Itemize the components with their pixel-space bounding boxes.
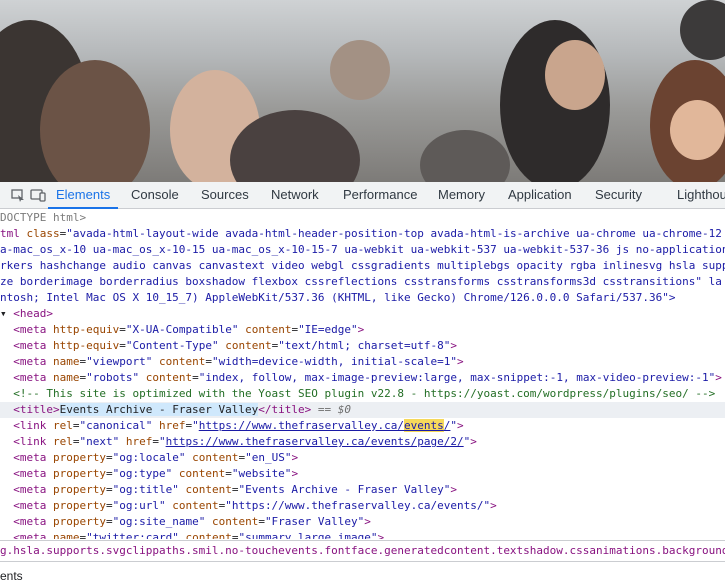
next-href-link[interactable]: https://www.thefraservalley.ca/events/pa… [166,435,464,448]
dom-node-head[interactable]: ▾ <head> [0,306,725,322]
tab-sources[interactable]: Sources [201,182,249,208]
dom-node-title-selected[interactable]: <title>Events Archive - Fraser Valley</t… [0,402,725,418]
dom-node-og-type[interactable]: <meta property="og:type" content="websit… [0,466,725,482]
dom-node-html-cont-4: ntosh; Intel Mac OS X 10_15_7) AppleWebK… [0,291,676,304]
dom-node-meta-compat[interactable]: <meta http-equiv="X-UA-Compatible" conte… [0,322,725,338]
tab-security[interactable]: Security [595,182,642,208]
dom-node-og-locale[interactable]: <meta property="og:locale" content="en_U… [0,450,725,466]
dom-node-link-next[interactable]: <link rel="next" href="https://www.thefr… [0,434,725,450]
tab-performance[interactable]: Performance [343,182,417,208]
device-toolbar-icon[interactable] [30,187,46,203]
dom-node-html[interactable]: tml class="avada-html-layout-wide avada-… [0,226,725,242]
tab-network[interactable]: Network [271,182,319,208]
tab-lighthouse[interactable]: Lighthou [677,182,725,208]
devtools-tab-bar: Elements Console Sources Network Perform… [0,182,725,209]
elements-dom-tree: DOCTYPE html> tml class="avada-html-layo… [0,209,725,539]
dom-node-meta-viewport[interactable]: <meta name="viewport" content="width=dev… [0,354,725,370]
dom-breadcrumb-bar[interactable]: g.hsla.supports.svgclippaths.smil.no-tou… [0,540,725,562]
dom-node-meta-robots[interactable]: <meta name="robots" content="index, foll… [0,370,725,386]
dom-node-link-canonical[interactable]: <link rel="canonical" href="https://www.… [0,418,725,434]
page-background-photo [0,0,725,182]
styles-pane-header: ents [0,568,725,584]
dom-node-meta-content-type[interactable]: <meta http-equiv="Content-Type" content=… [0,338,725,354]
styles-pane-label: ents [0,569,23,583]
dom-node-html-cont-3: ze borderimage borderradius boxshadow fl… [0,275,722,288]
breadcrumb-path: g.hsla.supports.svgclippaths.smil.no-tou… [0,544,725,557]
dom-node-html-cont-1: a-mac_os_x-10 ua-mac_os_x-10-15 ua-mac_o… [0,243,725,256]
dom-node-og-site-name[interactable]: <meta property="og:site_name" content="F… [0,514,725,530]
tab-elements[interactable]: Elements [47,182,119,209]
dom-node-comment[interactable]: <!-- This site is optimized with the Yoa… [0,386,725,402]
tab-console[interactable]: Console [131,182,179,208]
tab-application[interactable]: Application [508,182,572,208]
dom-node-og-url[interactable]: <meta property="og:url" content="https:/… [0,498,725,514]
dom-node-twitter-card[interactable]: <meta name="twitter:card" content="summa… [0,530,725,539]
dom-node-doctype[interactable]: DOCTYPE html> [0,210,725,226]
dom-node-html-cont-2: rkers hashchange audio canvas canvastext… [0,259,725,272]
dom-node-og-title[interactable]: <meta property="og:title" content="Event… [0,482,725,498]
canonical-href-link[interactable]: https://www.thefraservalley.ca/ [199,419,404,432]
devtools-panel: Elements Console Sources Network Perform… [0,182,725,584]
inspect-element-icon[interactable] [10,187,26,203]
tab-memory[interactable]: Memory [438,182,485,208]
